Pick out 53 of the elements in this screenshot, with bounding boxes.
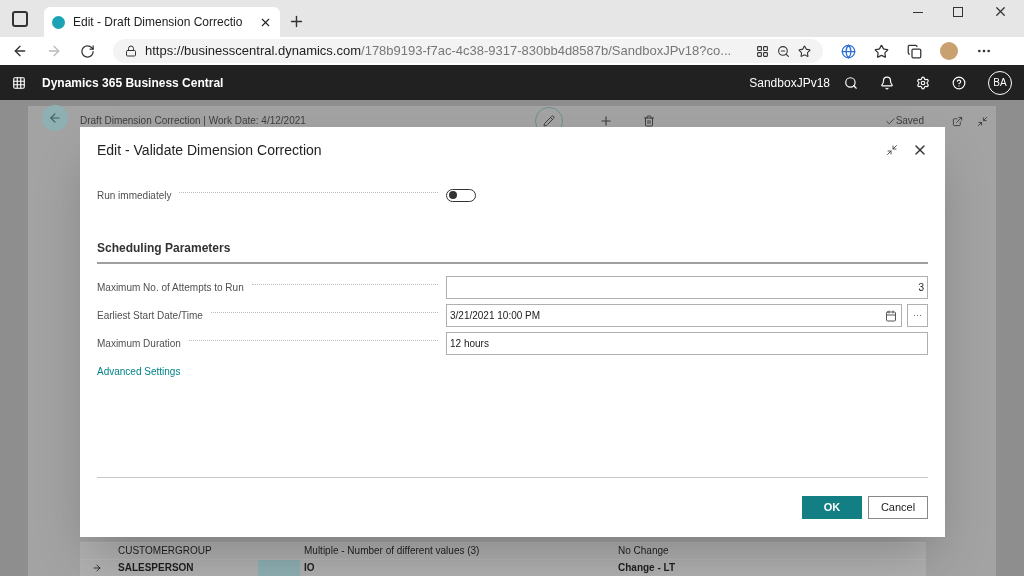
- help-icon[interactable]: [952, 75, 966, 90]
- app-launcher-icon[interactable]: [12, 75, 26, 90]
- page-title: Draft Dimension Correction | Work Date: 4/12/2021: [80, 113, 306, 128]
- input-field[interactable]: 12 hours: [446, 332, 928, 355]
- table-cell-text: Multiple - Number of different values (3): [303, 544, 481, 558]
- refresh-icon[interactable]: [80, 43, 95, 59]
- open-new-window-icon[interactable]: [952, 115, 963, 127]
- zoom-out-icon[interactable]: [777, 44, 790, 58]
- collections-icon[interactable]: [907, 43, 922, 59]
- check-icon: [884, 115, 896, 127]
- number-field[interactable]: 3: [446, 276, 928, 299]
- new-icon[interactable]: [599, 114, 614, 128]
- calendar-icon[interactable]: [885, 309, 897, 322]
- lock-icon: [125, 45, 137, 57]
- delete-icon[interactable]: [643, 115, 656, 127]
- save-status: Saved: [895, 113, 924, 128]
- collapse-icon[interactable]: [886, 144, 898, 156]
- cancel-button[interactable]: Cancel: [868, 496, 928, 519]
- new-tab-icon[interactable]: [288, 13, 305, 30]
- table-cell-text: CUSTOMERGROUP: [117, 544, 213, 558]
- environment-name: SandboxJPv18: [749, 74, 830, 92]
- field-label: Run immediately: [97, 188, 172, 203]
- table-row[interactable]: SALESPERSON IO Change - LT: [80, 559, 926, 576]
- field-label: Earliest Start Date/Time: [97, 309, 203, 323]
- app-title: Dynamics 365 Business Central: [42, 74, 224, 92]
- toggle-switch[interactable]: [446, 188, 476, 202]
- more-button[interactable]: ···: [907, 304, 928, 327]
- address-field[interactable]: https://businesscentral.dynamics.com/178b9193-f7ac-4c38-9317-830bb4d8587b/SandboxJPv18?co...: [113, 39, 823, 63]
- ok-button[interactable]: OK: [802, 496, 862, 519]
- favorites-icon[interactable]: [874, 43, 889, 59]
- arrow-icon: [92, 563, 102, 573]
- search-icon[interactable]: [844, 75, 858, 90]
- advanced-settings-link[interactable]: Advanced Settings: [97, 364, 181, 379]
- date-time-field[interactable]: 3/21/2021 10:00 PM: [446, 304, 902, 327]
- browser-tab[interactable]: Edit - Draft Dimension Correctio: [44, 7, 280, 37]
- table-cell-text: IO: [303, 561, 316, 575]
- table-row[interactable]: CUSTOMERGROUP Multiple - Number of different values (3) No Change: [80, 542, 926, 559]
- back-icon[interactable]: [12, 43, 28, 59]
- field-label: Maximum No. of Attempts to Run: [97, 281, 244, 295]
- close-icon[interactable]: [993, 4, 1008, 19]
- favorite-icon[interactable]: [798, 44, 811, 58]
- maximize-icon[interactable]: [953, 7, 963, 17]
- notification-icon[interactable]: [880, 75, 894, 90]
- collapse-icon[interactable]: [977, 115, 988, 127]
- table-cell-text: No Change: [617, 544, 670, 558]
- table-cell-text: Change - LT: [617, 561, 677, 575]
- dialog-title: Edit - Validate Dimension Correction: [97, 140, 323, 160]
- tab-actions-icon[interactable]: [12, 11, 28, 27]
- settings-icon[interactable]: [916, 75, 930, 90]
- section-heading: Scheduling Parameters: [97, 241, 231, 255]
- table-cell-text: SALESPERSON: [117, 561, 195, 575]
- app-icon[interactable]: [756, 44, 769, 58]
- field-label: Maximum Duration: [97, 337, 181, 351]
